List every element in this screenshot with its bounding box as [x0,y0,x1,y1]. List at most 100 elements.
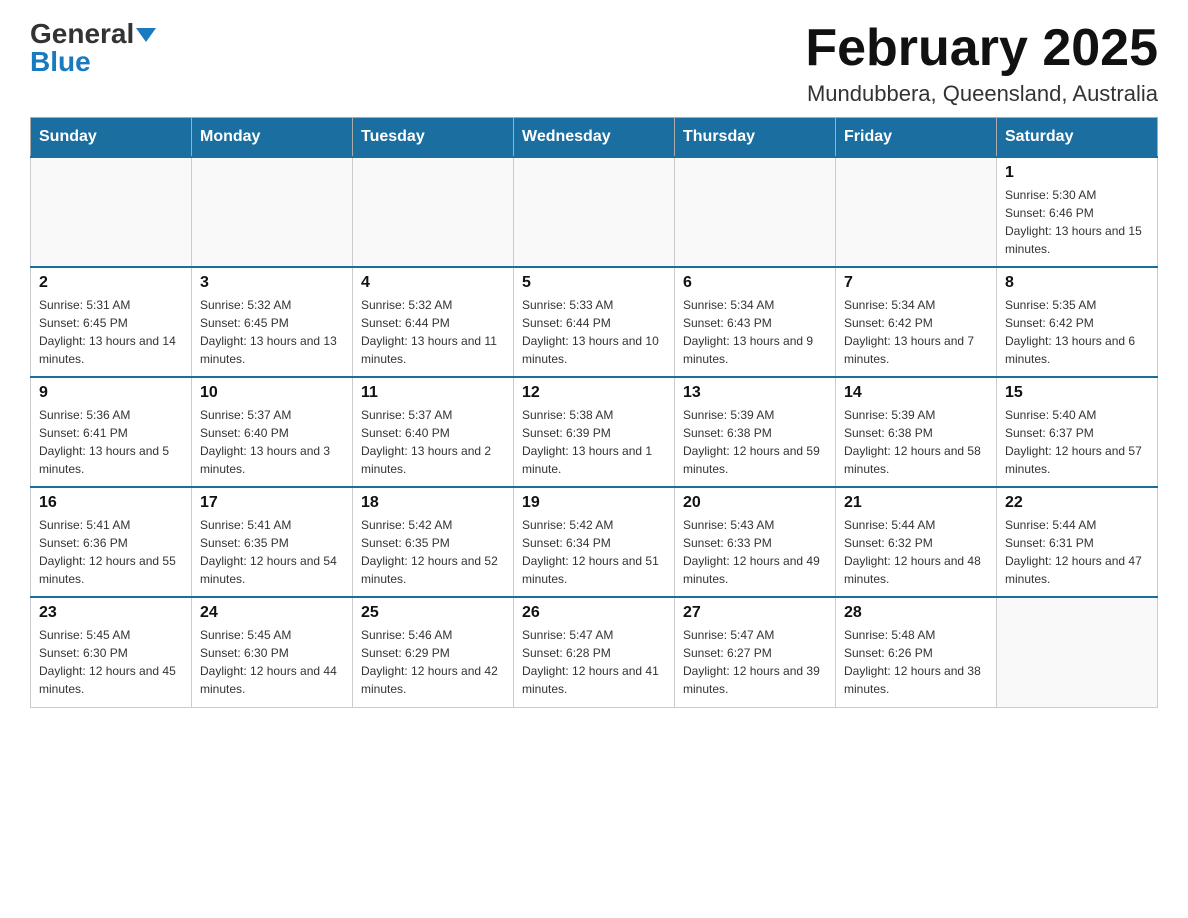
calendar-cell [675,157,836,267]
page-header: General Blue February 2025 Mundubbera, Q… [30,20,1158,107]
calendar-cell: 28 Sunrise: 5:48 AMSunset: 6:26 PMDayligh… [836,597,997,707]
day-info: Sunrise: 5:35 AMSunset: 6:42 PMDaylight:… [1005,296,1149,368]
day-info: Sunrise: 5:47 AMSunset: 6:27 PMDaylight:… [683,626,827,698]
week-row-3: 9Sunrise: 5:36 AMSunset: 6:41 PMDaylight… [31,377,1158,487]
day-info: Sunrise: 5:40 AMSunset: 6:37 PMDaylight:… [1005,406,1149,478]
week-row-4: 16 Sunrise: 5:41 AMSunset: 6:36 PMDayligh… [31,487,1158,597]
day-number: 25 [361,604,505,622]
calendar-cell: 5 Sunrise: 5:33 AMSunset: 6:44 PMDaylight… [514,267,675,377]
calendar-cell: 22Sunrise: 5:44 AMSunset: 6:31 PMDayligh… [997,487,1158,597]
logo-text: General [30,20,156,48]
day-number: 23 [39,604,183,622]
day-number: 7 [844,274,988,292]
day-number: 9 [39,384,183,402]
day-number: 20 [683,494,827,512]
day-number: 26 [522,604,666,622]
weekday-header-thursday: Thursday [675,118,836,158]
weekday-header-monday: Monday [192,118,353,158]
day-number: 19 [522,494,666,512]
day-info: Sunrise: 5:48 AMSunset: 6:26 PMDaylight:… [844,626,988,698]
calendar-cell: 11Sunrise: 5:37 AMSunset: 6:40 PMDayligh… [353,377,514,487]
day-info: Sunrise: 5:46 AMSunset: 6:29 PMDaylight:… [361,626,505,698]
calendar-cell: 12Sunrise: 5:38 AMSunset: 6:39 PMDayligh… [514,377,675,487]
calendar-cell: 26Sunrise: 5:47 AMSunset: 6:28 PMDayligh… [514,597,675,707]
day-number: 21 [844,494,988,512]
day-number: 3 [200,274,344,292]
calendar-cell: 10 Sunrise: 5:37 AMSunset: 6:40 PMDayligh… [192,377,353,487]
day-number: 10 [200,384,344,402]
day-info: Sunrise: 5:33 AMSunset: 6:44 PMDaylight:… [522,296,666,368]
week-row-2: 2Sunrise: 5:31 AMSunset: 6:45 PMDaylight… [31,267,1158,377]
week-row-1: 1Sunrise: 5:30 AMSunset: 6:46 PMDaylight… [31,157,1158,267]
day-info: Sunrise: 5:34 AMSunset: 6:42 PMDaylight:… [844,296,988,368]
day-info: Sunrise: 5:41 AMSunset: 6:36 PMDaylight:… [39,516,183,588]
logo-triangle-icon [136,28,156,42]
day-info: Sunrise: 5:41 AMSunset: 6:35 PMDaylight:… [200,516,344,588]
day-number: 4 [361,274,505,292]
day-number: 16 [39,494,183,512]
day-info: Sunrise: 5:39 AMSunset: 6:38 PMDaylight:… [683,406,827,478]
calendar-cell [997,597,1158,707]
day-number: 8 [1005,274,1149,292]
calendar-cell: 18 Sunrise: 5:42 AMSunset: 6:35 PMDayligh… [353,487,514,597]
day-info: Sunrise: 5:43 AMSunset: 6:33 PMDaylight:… [683,516,827,588]
weekday-header-saturday: Saturday [997,118,1158,158]
day-info: Sunrise: 5:30 AMSunset: 6:46 PMDaylight:… [1005,186,1149,258]
day-info: Sunrise: 5:44 AMSunset: 6:32 PMDaylight:… [844,516,988,588]
day-info: Sunrise: 5:39 AMSunset: 6:38 PMDaylight:… [844,406,988,478]
day-info: Sunrise: 5:32 AMSunset: 6:44 PMDaylight:… [361,296,505,368]
calendar-cell: 25 Sunrise: 5:46 AMSunset: 6:29 PMDayligh… [353,597,514,707]
day-number: 13 [683,384,827,402]
calendar-cell [31,157,192,267]
day-info: Sunrise: 5:45 AMSunset: 6:30 PMDaylight:… [200,626,344,698]
calendar-cell: 3Sunrise: 5:32 AMSunset: 6:45 PMDaylight… [192,267,353,377]
calendar-cell: 2Sunrise: 5:31 AMSunset: 6:45 PMDaylight… [31,267,192,377]
calendar-cell [514,157,675,267]
day-info: Sunrise: 5:34 AMSunset: 6:43 PMDaylight:… [683,296,827,368]
day-number: 24 [200,604,344,622]
calendar-cell: 1Sunrise: 5:30 AMSunset: 6:46 PMDaylight… [997,157,1158,267]
day-info: Sunrise: 5:37 AMSunset: 6:40 PMDaylight:… [200,406,344,478]
calendar-cell: 13 Sunrise: 5:39 AMSunset: 6:38 PMDayligh… [675,377,836,487]
day-info: Sunrise: 5:38 AMSunset: 6:39 PMDaylight:… [522,406,666,478]
weekday-header-tuesday: Tuesday [353,118,514,158]
logo-general: General [30,18,134,49]
month-title: February 2025 [805,20,1158,77]
calendar-cell: 4 Sunrise: 5:32 AMSunset: 6:44 PMDaylight… [353,267,514,377]
day-number: 2 [39,274,183,292]
calendar-cell [192,157,353,267]
calendar-cell: 15Sunrise: 5:40 AMSunset: 6:37 PMDayligh… [997,377,1158,487]
calendar-cell [836,157,997,267]
calendar-cell: 21 Sunrise: 5:44 AMSunset: 6:32 PMDayligh… [836,487,997,597]
day-info: Sunrise: 5:44 AMSunset: 6:31 PMDaylight:… [1005,516,1149,588]
week-row-5: 23 Sunrise: 5:45 AMSunset: 6:30 PMDayligh… [31,597,1158,707]
calendar-cell: 17Sunrise: 5:41 AMSunset: 6:35 PMDayligh… [192,487,353,597]
day-info: Sunrise: 5:42 AMSunset: 6:35 PMDaylight:… [361,516,505,588]
day-number: 18 [361,494,505,512]
day-info: Sunrise: 5:45 AMSunset: 6:30 PMDaylight:… [39,626,183,698]
calendar-cell [353,157,514,267]
calendar-cell: 20 Sunrise: 5:43 AMSunset: 6:33 PMDayligh… [675,487,836,597]
day-number: 5 [522,274,666,292]
logo-blue: Blue [30,48,91,76]
calendar-cell: 27 Sunrise: 5:47 AMSunset: 6:27 PMDayligh… [675,597,836,707]
calendar-cell: 6 Sunrise: 5:34 AMSunset: 6:43 PMDaylight… [675,267,836,377]
calendar-cell: 23 Sunrise: 5:45 AMSunset: 6:30 PMDayligh… [31,597,192,707]
day-number: 27 [683,604,827,622]
day-info: Sunrise: 5:42 AMSunset: 6:34 PMDaylight:… [522,516,666,588]
logo: General Blue [30,20,156,76]
location-title: Mundubbera, Queensland, Australia [805,81,1158,107]
weekday-header-friday: Friday [836,118,997,158]
calendar-header-row: SundayMondayTuesdayWednesdayThursdayFrid… [31,118,1158,158]
day-number: 28 [844,604,988,622]
day-number: 6 [683,274,827,292]
calendar-cell: 16 Sunrise: 5:41 AMSunset: 6:36 PMDayligh… [31,487,192,597]
calendar-cell: 7 Sunrise: 5:34 AMSunset: 6:42 PMDaylight… [836,267,997,377]
weekday-header-sunday: Sunday [31,118,192,158]
calendar-cell: 24 Sunrise: 5:45 AMSunset: 6:30 PMDayligh… [192,597,353,707]
day-number: 14 [844,384,988,402]
weekday-header-wednesday: Wednesday [514,118,675,158]
calendar-cell: 14 Sunrise: 5:39 AMSunset: 6:38 PMDayligh… [836,377,997,487]
day-number: 11 [361,384,505,402]
calendar-cell: 9Sunrise: 5:36 AMSunset: 6:41 PMDaylight… [31,377,192,487]
